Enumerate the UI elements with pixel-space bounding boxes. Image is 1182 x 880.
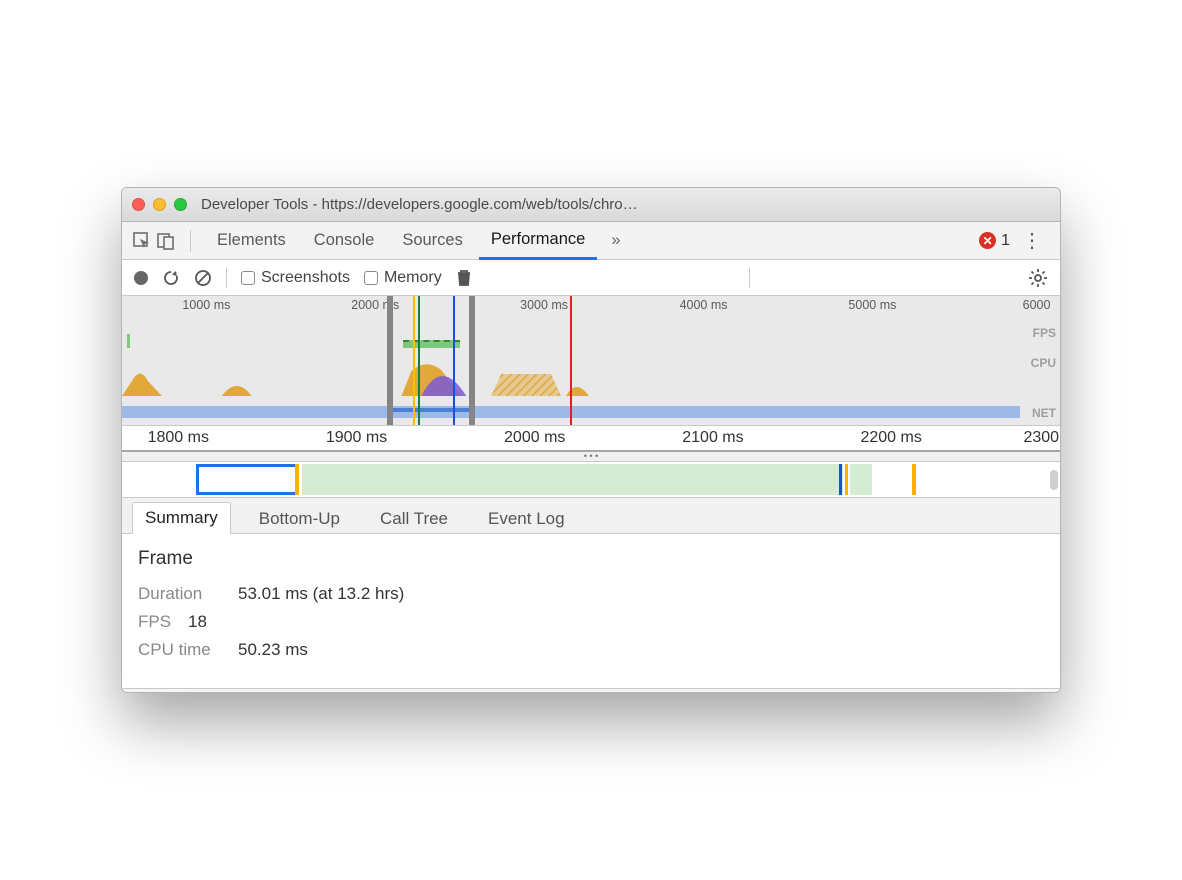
tab-call-tree[interactable]: Call Tree bbox=[368, 504, 460, 534]
frame-block[interactable] bbox=[850, 464, 872, 495]
checkbox-icon bbox=[241, 271, 255, 285]
perf-toolbar: Screenshots Memory bbox=[122, 260, 1060, 296]
frame-marker bbox=[839, 464, 842, 495]
ruler-tick: 1900 ms bbox=[326, 429, 387, 447]
ruler-tick: 4000 ms bbox=[680, 298, 728, 312]
ruler-tick: 2100 ms bbox=[682, 429, 743, 447]
tab-sources[interactable]: Sources bbox=[390, 222, 475, 259]
scrollbar-thumb[interactable] bbox=[1050, 470, 1058, 490]
ruler-tick: 3000 ms bbox=[520, 298, 568, 312]
gear-icon[interactable] bbox=[1028, 268, 1048, 288]
fps-value: 18 bbox=[188, 612, 207, 632]
inspect-icon[interactable] bbox=[132, 231, 152, 251]
memory-checkbox[interactable]: Memory bbox=[364, 269, 442, 287]
footer-border bbox=[122, 688, 1060, 692]
error-badge[interactable]: ✕ 1 bbox=[979, 232, 1010, 250]
ruler-tick: 6000 bbox=[1023, 298, 1051, 312]
tab-bottom-up[interactable]: Bottom-Up bbox=[247, 504, 352, 534]
titlebar: Developer Tools - https://developers.goo… bbox=[122, 188, 1060, 222]
minimize-icon[interactable] bbox=[153, 198, 166, 211]
marker-line bbox=[418, 296, 420, 425]
cpu-time-label: CPU time bbox=[138, 640, 228, 660]
fps-track-label: FPS bbox=[1033, 326, 1056, 340]
net-segment bbox=[391, 408, 472, 412]
frames-track: 1812.6 ms 53.0 ms 250.2 ms bbox=[122, 464, 1046, 495]
ruler-tick: 2000 ms bbox=[504, 429, 565, 447]
range-handle-left[interactable] bbox=[387, 296, 393, 425]
frame-selected[interactable] bbox=[196, 464, 298, 495]
overview-ruler: 1000 ms 2000 ms 3000 ms 4000 ms 5000 ms … bbox=[122, 296, 1060, 316]
marker-line bbox=[453, 296, 455, 425]
row-dots: • • • bbox=[122, 452, 1060, 462]
tab-summary[interactable]: Summary bbox=[132, 502, 231, 534]
cpu-track bbox=[122, 356, 1060, 396]
summary-row: FPS 18 bbox=[138, 612, 1044, 632]
kebab-menu-icon[interactable]: ⋮ bbox=[1014, 228, 1050, 253]
main-tabbar: Elements Console Sources Performance » ✕… bbox=[122, 222, 1060, 260]
screenshots-label: Screenshots bbox=[261, 269, 350, 287]
tab-console[interactable]: Console bbox=[302, 222, 387, 259]
tab-event-log[interactable]: Event Log bbox=[476, 504, 577, 534]
clear-icon[interactable] bbox=[194, 269, 212, 287]
summary-row: Duration 53.01 ms (at 13.2 hrs) bbox=[138, 584, 1044, 604]
ruler-tick: 2300 bbox=[1023, 429, 1059, 447]
traffic-lights bbox=[132, 198, 187, 211]
detail-ruler[interactable]: 1800 ms 1900 ms 2000 ms 2100 ms 2200 ms … bbox=[122, 426, 1060, 452]
checkbox-icon bbox=[364, 271, 378, 285]
summary-row: CPU time 50.23 ms bbox=[138, 640, 1044, 660]
frames-row[interactable]: Frames 1812.6 ms 53.0 ms 250.2 ms bbox=[122, 462, 1060, 498]
device-toggle-icon[interactable] bbox=[156, 231, 176, 251]
close-icon[interactable] bbox=[132, 198, 145, 211]
frame-marker bbox=[845, 464, 848, 495]
maximize-icon[interactable] bbox=[174, 198, 187, 211]
marker-line bbox=[413, 296, 415, 425]
ruler-tick: 5000 ms bbox=[848, 298, 896, 312]
summary-title: Frame bbox=[138, 548, 1044, 570]
duration-value: 53.01 ms (at 13.2 hrs) bbox=[238, 584, 404, 604]
net-track-label: NET bbox=[1032, 406, 1056, 420]
marker-line bbox=[570, 296, 572, 425]
reload-icon[interactable] bbox=[162, 269, 180, 287]
cpu-time-value: 50.23 ms bbox=[238, 640, 308, 660]
record-button[interactable] bbox=[134, 271, 148, 285]
tab-performance[interactable]: Performance bbox=[479, 223, 597, 260]
summary-pane: Frame Duration 53.01 ms (at 13.2 hrs) FP… bbox=[122, 534, 1060, 688]
ruler-tick: 1800 ms bbox=[148, 429, 209, 447]
divider bbox=[749, 268, 750, 288]
error-count: 1 bbox=[1001, 232, 1010, 250]
frame-marker bbox=[912, 464, 916, 495]
memory-label: Memory bbox=[384, 269, 442, 287]
more-tabs-icon[interactable]: » bbox=[601, 231, 630, 250]
frame-block[interactable] bbox=[122, 464, 196, 495]
divider bbox=[190, 230, 191, 252]
overview-timeline[interactable]: 1000 ms 2000 ms 3000 ms 4000 ms 5000 ms … bbox=[122, 296, 1060, 426]
error-icon: ✕ bbox=[979, 232, 996, 249]
ruler-tick: 2200 ms bbox=[860, 429, 921, 447]
tab-elements[interactable]: Elements bbox=[205, 222, 298, 259]
frame-marker bbox=[295, 464, 299, 495]
trash-icon[interactable] bbox=[456, 269, 472, 287]
detail-tabbar: Summary Bottom-Up Call Tree Event Log bbox=[122, 498, 1060, 534]
window-title: Developer Tools - https://developers.goo… bbox=[201, 196, 1050, 213]
screenshots-checkbox[interactable]: Screenshots bbox=[241, 269, 350, 287]
devtools-window: Developer Tools - https://developers.goo… bbox=[121, 187, 1061, 693]
fps-label: FPS bbox=[138, 612, 178, 632]
range-handle-right[interactable] bbox=[469, 296, 475, 425]
ruler-tick: 1000 ms bbox=[182, 298, 230, 312]
fps-bar bbox=[127, 334, 130, 348]
duration-label: Duration bbox=[138, 584, 228, 604]
divider bbox=[226, 268, 227, 288]
frame-block[interactable] bbox=[302, 464, 843, 495]
